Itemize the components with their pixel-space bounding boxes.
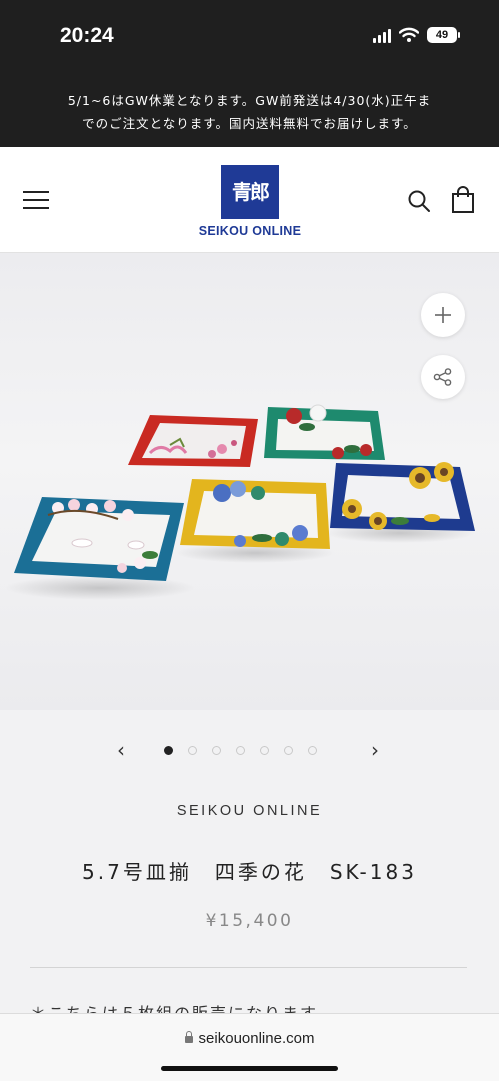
url-display[interactable]: seikouonline.com (0, 1030, 499, 1047)
carousel-dot-2[interactable] (188, 746, 197, 755)
logo-mark: 青郎 (221, 165, 279, 219)
carousel-dot-5[interactable] (260, 746, 269, 755)
wifi-icon (399, 27, 419, 42)
status-icons: 49 (373, 27, 460, 43)
battery-icon: 49 (427, 27, 460, 43)
previous-slide-button[interactable]: ‹ (117, 738, 125, 762)
search-icon[interactable] (407, 189, 431, 213)
sunflower-plate (330, 462, 475, 531)
green-plate (264, 404, 385, 460)
status-bar: 20:24 49 (0, 0, 499, 78)
zoom-button[interactable] (421, 293, 465, 337)
status-time: 20:24 (60, 24, 114, 47)
hamburger-menu-icon[interactable] (23, 191, 49, 209)
home-indicator[interactable] (161, 1066, 338, 1071)
carousel-dot-6[interactable] (284, 746, 293, 755)
shopping-bag-icon[interactable] (451, 186, 475, 214)
carousel-dots (164, 746, 317, 755)
divider (30, 967, 467, 968)
share-button[interactable] (421, 355, 465, 399)
carousel-dot-1[interactable] (164, 746, 173, 755)
announcement-line-2: でのご注文となります。国内送料無料でお届けします。 (82, 116, 417, 131)
site-logo[interactable]: 青郎 SEIKOU ONLINE (190, 165, 310, 238)
carousel-dot-7[interactable] (308, 746, 317, 755)
carousel-nav: ‹ › (0, 735, 499, 765)
share-icon (433, 368, 452, 386)
announcement-bar: 5/1~6はGW休業となります。GW前発送は4/30(水)正午ま でのご注文とな… (0, 78, 499, 147)
product-title: 5.7号皿揃 四季の花 SK-183 (82, 860, 417, 884)
url-text: seikouonline.com (198, 1030, 315, 1047)
lock-icon (184, 1031, 193, 1043)
product-price: ¥15,400 (205, 911, 294, 931)
carousel-dot-3[interactable] (212, 746, 221, 755)
browser-address-bar[interactable]: seikouonline.com (0, 1013, 499, 1081)
cellular-signal-icon (373, 27, 391, 43)
announcement-line-1: 5/1~6はGW休業となります。GW前発送は4/30(水)正午ま (67, 93, 432, 108)
plus-icon (435, 307, 451, 323)
product-note: ＊こちらは５枚組の販売になります。 (30, 1004, 335, 1014)
logo-text: SEIKOU ONLINE (198, 224, 302, 238)
product-vendor[interactable]: SEIKOU ONLINE (0, 803, 499, 819)
product-image-gallery[interactable] (0, 253, 499, 710)
carousel-dot-4[interactable] (236, 746, 245, 755)
next-slide-button[interactable]: › (371, 738, 379, 762)
sakura-plate (14, 497, 184, 581)
yellow-plate (180, 479, 330, 549)
red-plate (128, 415, 258, 467)
